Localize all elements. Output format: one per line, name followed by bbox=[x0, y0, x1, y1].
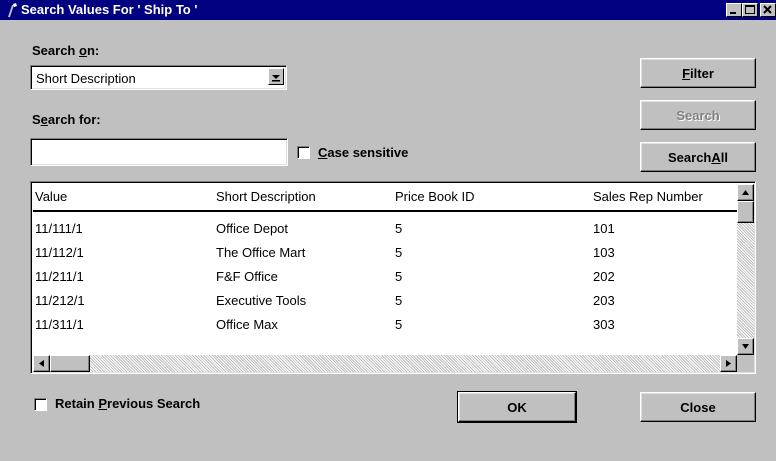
list-header: Value Short Description Price Book ID Sa… bbox=[33, 184, 737, 212]
maximize-icon bbox=[745, 5, 755, 14]
cell-price-book-id: 5 bbox=[395, 221, 403, 236]
arrow-right-icon bbox=[726, 360, 731, 367]
cell-value: 11/111/1 bbox=[35, 221, 83, 236]
cell-price-book-id: 5 bbox=[395, 269, 403, 284]
maximize-button[interactable] bbox=[742, 3, 758, 17]
cell-sales-rep-number: 303 bbox=[593, 317, 615, 332]
search-on-selected: Short Description bbox=[36, 71, 136, 86]
close-icon bbox=[763, 5, 772, 14]
cell-short-description: The Office Mart bbox=[216, 245, 306, 260]
cell-price-book-id: 5 bbox=[395, 293, 403, 308]
close-window-button[interactable] bbox=[760, 3, 776, 17]
cell-value: 11/211/1 bbox=[35, 269, 84, 284]
cell-price-book-id: 5 bbox=[395, 245, 403, 260]
cell-short-description: Executive Tools bbox=[216, 293, 307, 308]
scroll-left-button[interactable] bbox=[33, 355, 50, 372]
arrow-up-icon bbox=[742, 190, 749, 195]
close-button[interactable]: Close bbox=[640, 392, 756, 422]
minimize-button[interactable] bbox=[726, 3, 742, 17]
horizontal-scrollbar[interactable] bbox=[33, 355, 737, 372]
cell-short-description: Office Depot bbox=[216, 221, 289, 236]
cell-sales-rep-number: 101 bbox=[593, 221, 615, 236]
search-all-button[interactable]: Search All bbox=[640, 142, 756, 172]
search-button[interactable]: Search bbox=[640, 100, 756, 130]
column-header-price-book-id[interactable]: Price Book ID bbox=[395, 189, 474, 204]
table-row[interactable]: 11/311/1 Office Max 5 303 bbox=[33, 315, 737, 335]
case-sensitive-checkbox[interactable] bbox=[297, 146, 310, 159]
table-row[interactable]: 11/111/1 Office Depot 5 101 bbox=[33, 219, 737, 239]
vertical-scrollbar[interactable] bbox=[737, 184, 754, 355]
retain-previous-search-label[interactable]: Retain Previous Search bbox=[55, 396, 200, 411]
cell-short-description: F&F Office bbox=[216, 269, 278, 284]
results-list[interactable]: Value Short Description Price Book ID Sa… bbox=[30, 181, 756, 374]
cell-price-book-id: 5 bbox=[395, 317, 403, 332]
scrollbar-corner bbox=[737, 355, 754, 372]
ok-button[interactable]: OK bbox=[457, 391, 577, 423]
scroll-right-button[interactable] bbox=[720, 355, 737, 372]
horizontal-scroll-thumb[interactable] bbox=[50, 355, 90, 372]
column-header-sales-rep-number[interactable]: Sales Rep Number bbox=[593, 189, 703, 204]
case-sensitive-label[interactable]: Case sensitive bbox=[318, 145, 408, 160]
column-header-value[interactable]: Value bbox=[35, 189, 67, 204]
cell-sales-rep-number: 202 bbox=[593, 269, 615, 284]
table-row[interactable]: 11/112/1 The Office Mart 5 103 bbox=[33, 243, 737, 263]
table-row[interactable]: 11/211/1 F&F Office 5 202 bbox=[33, 267, 737, 287]
cell-sales-rep-number: 203 bbox=[593, 293, 615, 308]
filter-button[interactable]: Filter bbox=[640, 58, 756, 88]
scroll-down-button[interactable] bbox=[737, 338, 754, 355]
window-title: Search Values For ' Ship To ' bbox=[21, 2, 198, 17]
cell-value: 11/112/1 bbox=[35, 245, 84, 260]
search-on-label: Search on: bbox=[32, 43, 100, 58]
vertical-scroll-thumb[interactable] bbox=[737, 201, 754, 223]
cell-value: 11/212/1 bbox=[35, 293, 85, 308]
arrow-down-icon bbox=[742, 344, 749, 349]
cell-short-description: Office Max bbox=[216, 317, 278, 332]
column-header-short-description[interactable]: Short Description bbox=[216, 189, 316, 204]
search-on-dropdown[interactable]: Short Description bbox=[30, 65, 287, 90]
search-for-input[interactable] bbox=[30, 138, 288, 166]
table-row[interactable]: 11/212/1 Executive Tools 5 203 bbox=[33, 291, 737, 311]
dropdown-arrow-button[interactable] bbox=[268, 68, 284, 85]
cell-value: 11/311/1 bbox=[35, 317, 84, 332]
cell-sales-rep-number: 103 bbox=[593, 245, 615, 260]
minimize-icon bbox=[730, 12, 736, 14]
chevron-down-icon bbox=[272, 75, 280, 82]
scroll-up-button[interactable] bbox=[737, 184, 754, 201]
retain-previous-search-checkbox[interactable] bbox=[34, 398, 47, 411]
title-bar[interactable]: Search Values For ' Ship To ' bbox=[0, 0, 776, 20]
search-for-label: Search for: bbox=[32, 112, 101, 127]
arrow-left-icon bbox=[39, 360, 44, 367]
app-icon bbox=[8, 3, 17, 17]
